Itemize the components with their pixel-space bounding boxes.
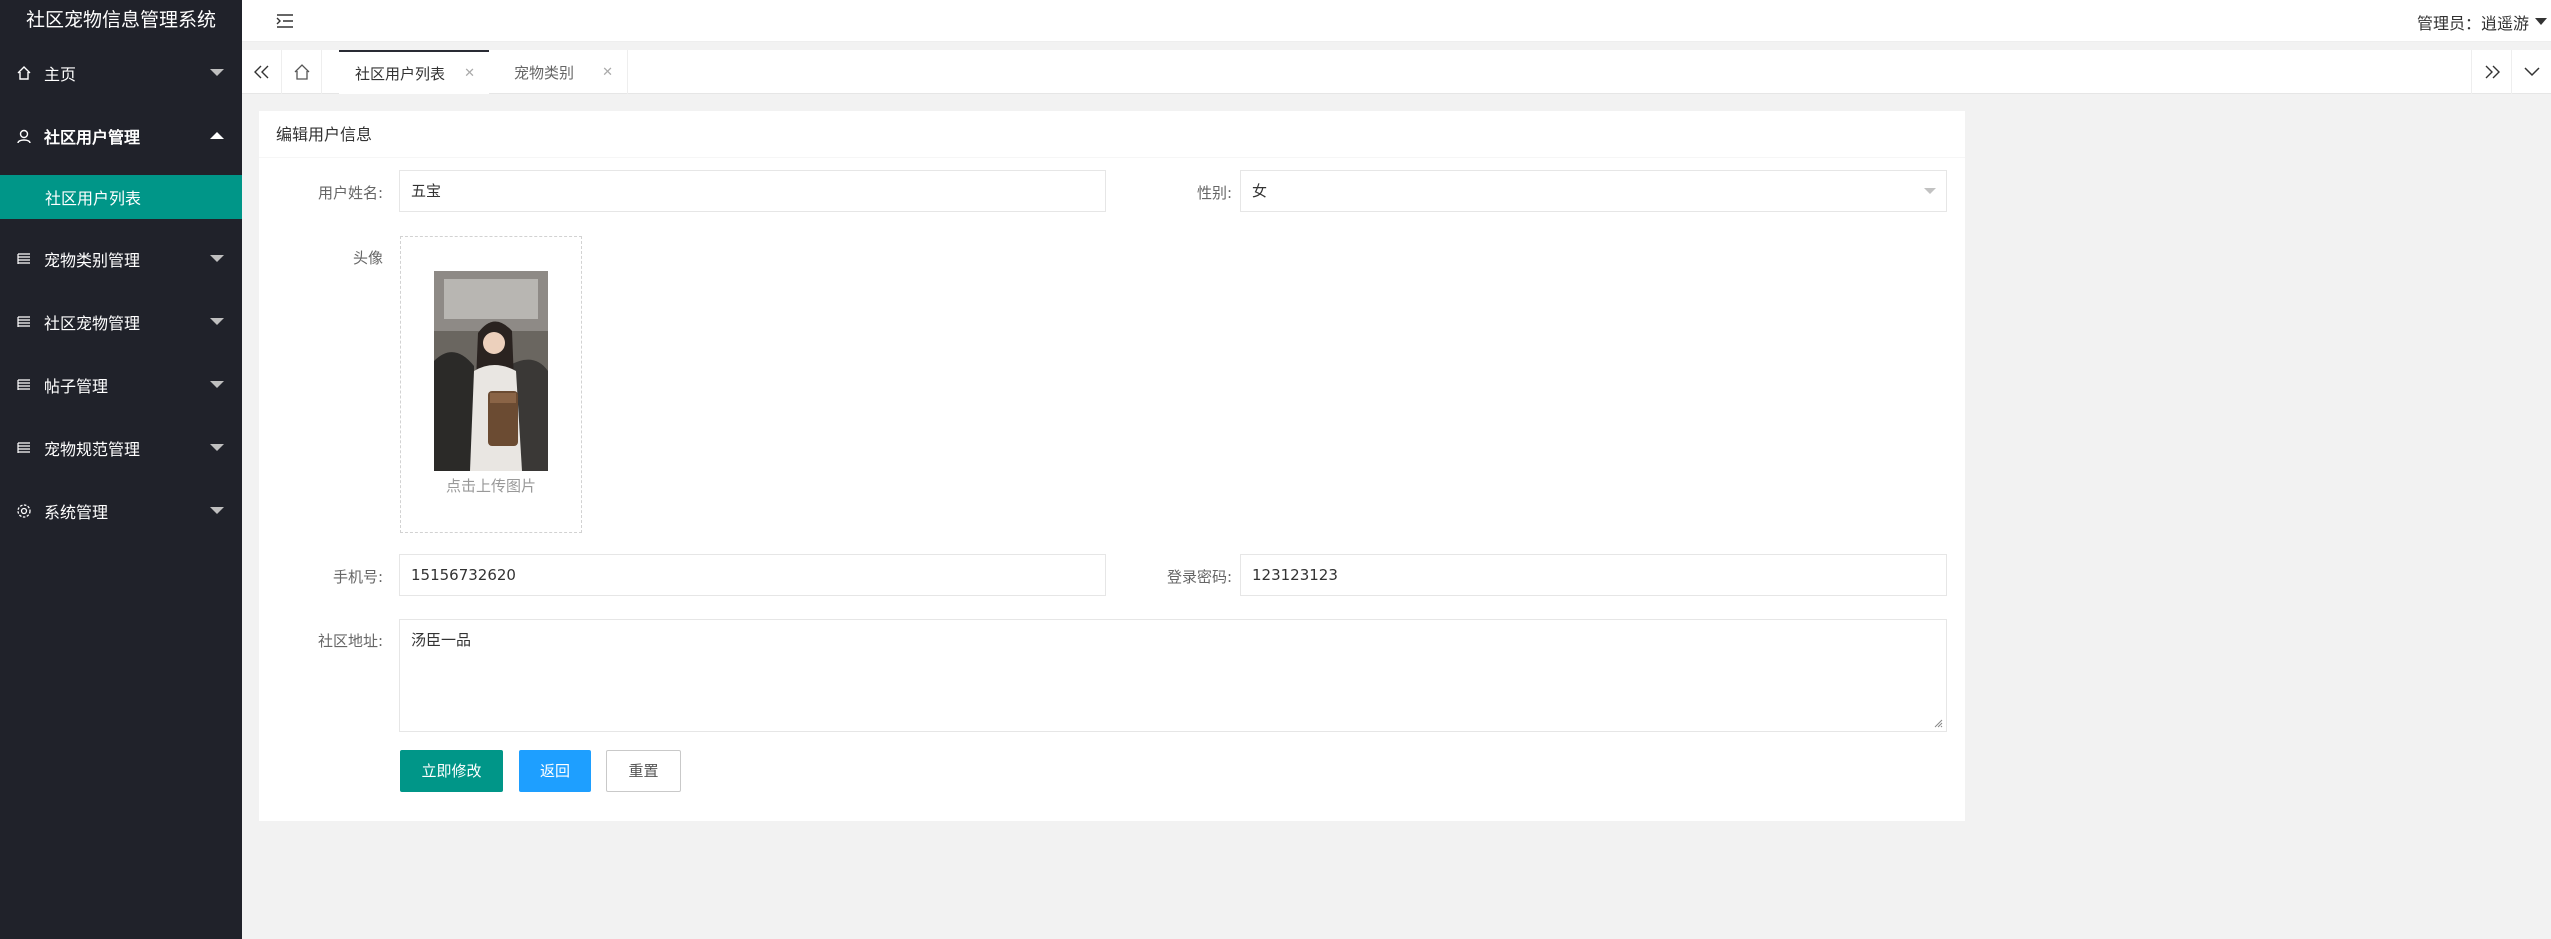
address-value: 汤臣一品 — [411, 631, 472, 649]
sidebar-item-pet-category[interactable]: 宠物类别管理 — [0, 227, 242, 290]
name-label: 用户姓名: — [317, 184, 383, 202]
sidebar-item-system[interactable]: 系统管理 — [0, 479, 242, 542]
sidebar-item-label: 社区宠物管理 — [44, 313, 141, 333]
password-label: 登录密码: — [1166, 568, 1232, 586]
chevron-down-icon — [210, 255, 224, 262]
app-title: 社区宠物信息管理系统 — [25, 9, 216, 31]
tab-pet-category[interactable]: 宠物类别 ✕ — [498, 50, 628, 94]
chevron-down-icon — [210, 444, 224, 451]
tabs-menu-button[interactable] — [2511, 50, 2551, 94]
menu-toggle-icon[interactable] — [276, 12, 294, 30]
admin-label: 管理员：逍遥游 — [2416, 14, 2529, 33]
sidebar-item-label: 系统管理 — [44, 502, 109, 522]
tabs-scroll-left-button[interactable] — [242, 50, 282, 94]
sidebar-item-label: 社区用户管理 — [44, 127, 141, 147]
back-button[interactable]: 返回 — [519, 750, 591, 792]
double-chevron-right-icon — [2485, 65, 2500, 79]
list-icon — [16, 314, 32, 330]
user-icon — [16, 128, 32, 144]
phone-field[interactable]: 15156732620 — [399, 554, 1106, 596]
sidebar-item-home[interactable]: 主页 — [0, 41, 242, 104]
upload-hint: 点击上传图片 — [445, 477, 536, 495]
sidebar: 社区宠物信息管理系统 主页 社区用户管理 社区用户列表 宠物类别管理 社区宠物管… — [0, 0, 242, 939]
chevron-down-icon — [2523, 67, 2540, 77]
phone-label: 手机号: — [332, 568, 383, 586]
gender-select[interactable]: 女 — [1240, 170, 1947, 212]
chevron-down-icon — [210, 318, 224, 325]
avatar-label: 头像 — [352, 249, 383, 267]
sidebar-subitem-label: 社区用户列表 — [45, 189, 142, 208]
sidebar-item-label: 宠物规范管理 — [44, 439, 141, 459]
chevron-down-icon — [210, 381, 224, 388]
gender-value: 女 — [1252, 182, 1268, 200]
sidebar-item-posts[interactable]: 帖子管理 — [0, 353, 242, 416]
tab-user-list[interactable]: 社区用户列表 ✕ — [339, 50, 489, 94]
resize-handle-icon[interactable] — [1933, 718, 1943, 728]
list-icon — [16, 377, 32, 393]
close-icon[interactable]: ✕ — [602, 65, 613, 80]
submit-button[interactable]: 立即修改 — [400, 750, 503, 792]
card-title: 编辑用户信息 — [259, 111, 1965, 158]
chevron-down-icon — [1924, 188, 1936, 194]
sidebar-item-label: 主页 — [44, 64, 77, 84]
sidebar-item-label: 帖子管理 — [44, 376, 109, 396]
chevron-up-icon — [210, 132, 224, 139]
sidebar-item-pet-rules[interactable]: 宠物规范管理 — [0, 416, 242, 479]
chevron-down-icon — [210, 69, 224, 76]
name-value: 五宝 — [411, 182, 442, 200]
password-value: 123123123 — [1252, 566, 1338, 584]
tabs-bar: 社区用户列表 ✕ 宠物类别 ✕ — [242, 50, 2551, 94]
sidebar-subitem-user-list[interactable]: 社区用户列表 — [0, 175, 242, 219]
top-header: 管理员：逍遥游 — [242, 0, 2551, 42]
address-textarea[interactable]: 汤臣一品 — [399, 619, 1947, 732]
address-label: 社区地址: — [317, 632, 383, 650]
list-icon — [16, 251, 32, 267]
gender-label: 性别: — [1196, 184, 1232, 202]
reset-button[interactable]: 重置 — [606, 750, 681, 792]
home-icon — [294, 64, 309, 80]
tab-label: 社区用户列表 — [355, 64, 446, 83]
double-chevron-left-icon — [253, 65, 268, 79]
sidebar-item-pet-management[interactable]: 社区宠物管理 — [0, 290, 242, 353]
chevron-down-icon — [210, 507, 224, 514]
close-icon[interactable]: ✕ — [464, 66, 475, 81]
avatar-upload[interactable]: 点击上传图片 — [400, 236, 582, 533]
password-field[interactable]: 123123123 — [1240, 554, 1947, 596]
caret-down-icon — [2535, 18, 2547, 25]
name-field[interactable]: 五宝 — [399, 170, 1106, 212]
sidebar-item-label: 宠物类别管理 — [44, 250, 141, 270]
admin-menu[interactable]: 管理员：逍遥游 — [2417, 10, 2551, 34]
edit-user-card: 编辑用户信息 用户姓名: 五宝 性别: 女 头像 点击上传图片 手机号: 151… — [259, 111, 1965, 821]
tab-label: 宠物类别 — [514, 63, 575, 82]
home-icon — [16, 65, 32, 81]
tabs-home-button[interactable] — [282, 50, 322, 94]
phone-value: 15156732620 — [411, 566, 516, 584]
avatar-image — [434, 271, 548, 471]
list-icon — [16, 440, 32, 456]
tabs-scroll-right-button[interactable] — [2471, 50, 2511, 94]
gear-icon — [16, 503, 32, 519]
sidebar-item-user-management[interactable]: 社区用户管理 — [0, 104, 242, 167]
